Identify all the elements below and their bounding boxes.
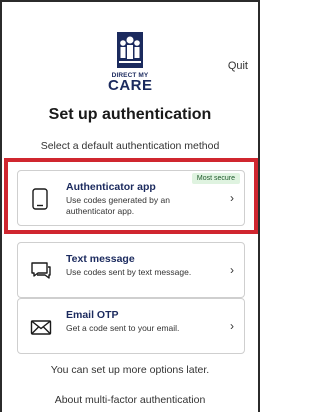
- quit-link[interactable]: Quit: [228, 60, 248, 72]
- chevron-right-icon: ›: [230, 263, 234, 277]
- option-title: Authenticator app: [66, 181, 156, 193]
- sms-message-icon: [30, 260, 51, 282]
- direct-my-care-logo-icon: [108, 28, 152, 76]
- page-subtitle: Select a default authentication method: [40, 140, 220, 152]
- chevron-right-icon: ›: [230, 319, 234, 333]
- option-text-message[interactable]: Text message Use codes sent by text mess…: [17, 242, 245, 298]
- option-description: Get a code sent to your email.: [66, 323, 180, 333]
- option-description: Use codes sent by text message.: [66, 267, 192, 277]
- email-icon: [30, 316, 52, 338]
- option-description: Use codes generated by an authenticator …: [66, 195, 170, 216]
- logo-text-bottom: CARE: [108, 77, 153, 94]
- option-title: Text message: [66, 253, 135, 265]
- option-authenticator-app[interactable]: Most secure Authenticator app Use codes …: [17, 170, 245, 226]
- about-mfa-link[interactable]: About multi-factor authentication: [0, 394, 260, 406]
- most-secure-badge: Most secure: [191, 173, 240, 184]
- smartphone-icon: [30, 188, 50, 210]
- more-options-note: You can set up more options later.: [50, 364, 210, 376]
- page-title: Set up authentication: [48, 106, 212, 123]
- option-title: Email OTP: [66, 309, 119, 321]
- chevron-right-icon: ›: [230, 191, 234, 205]
- option-email-otp[interactable]: Email OTP Get a code sent to your email.…: [17, 298, 245, 354]
